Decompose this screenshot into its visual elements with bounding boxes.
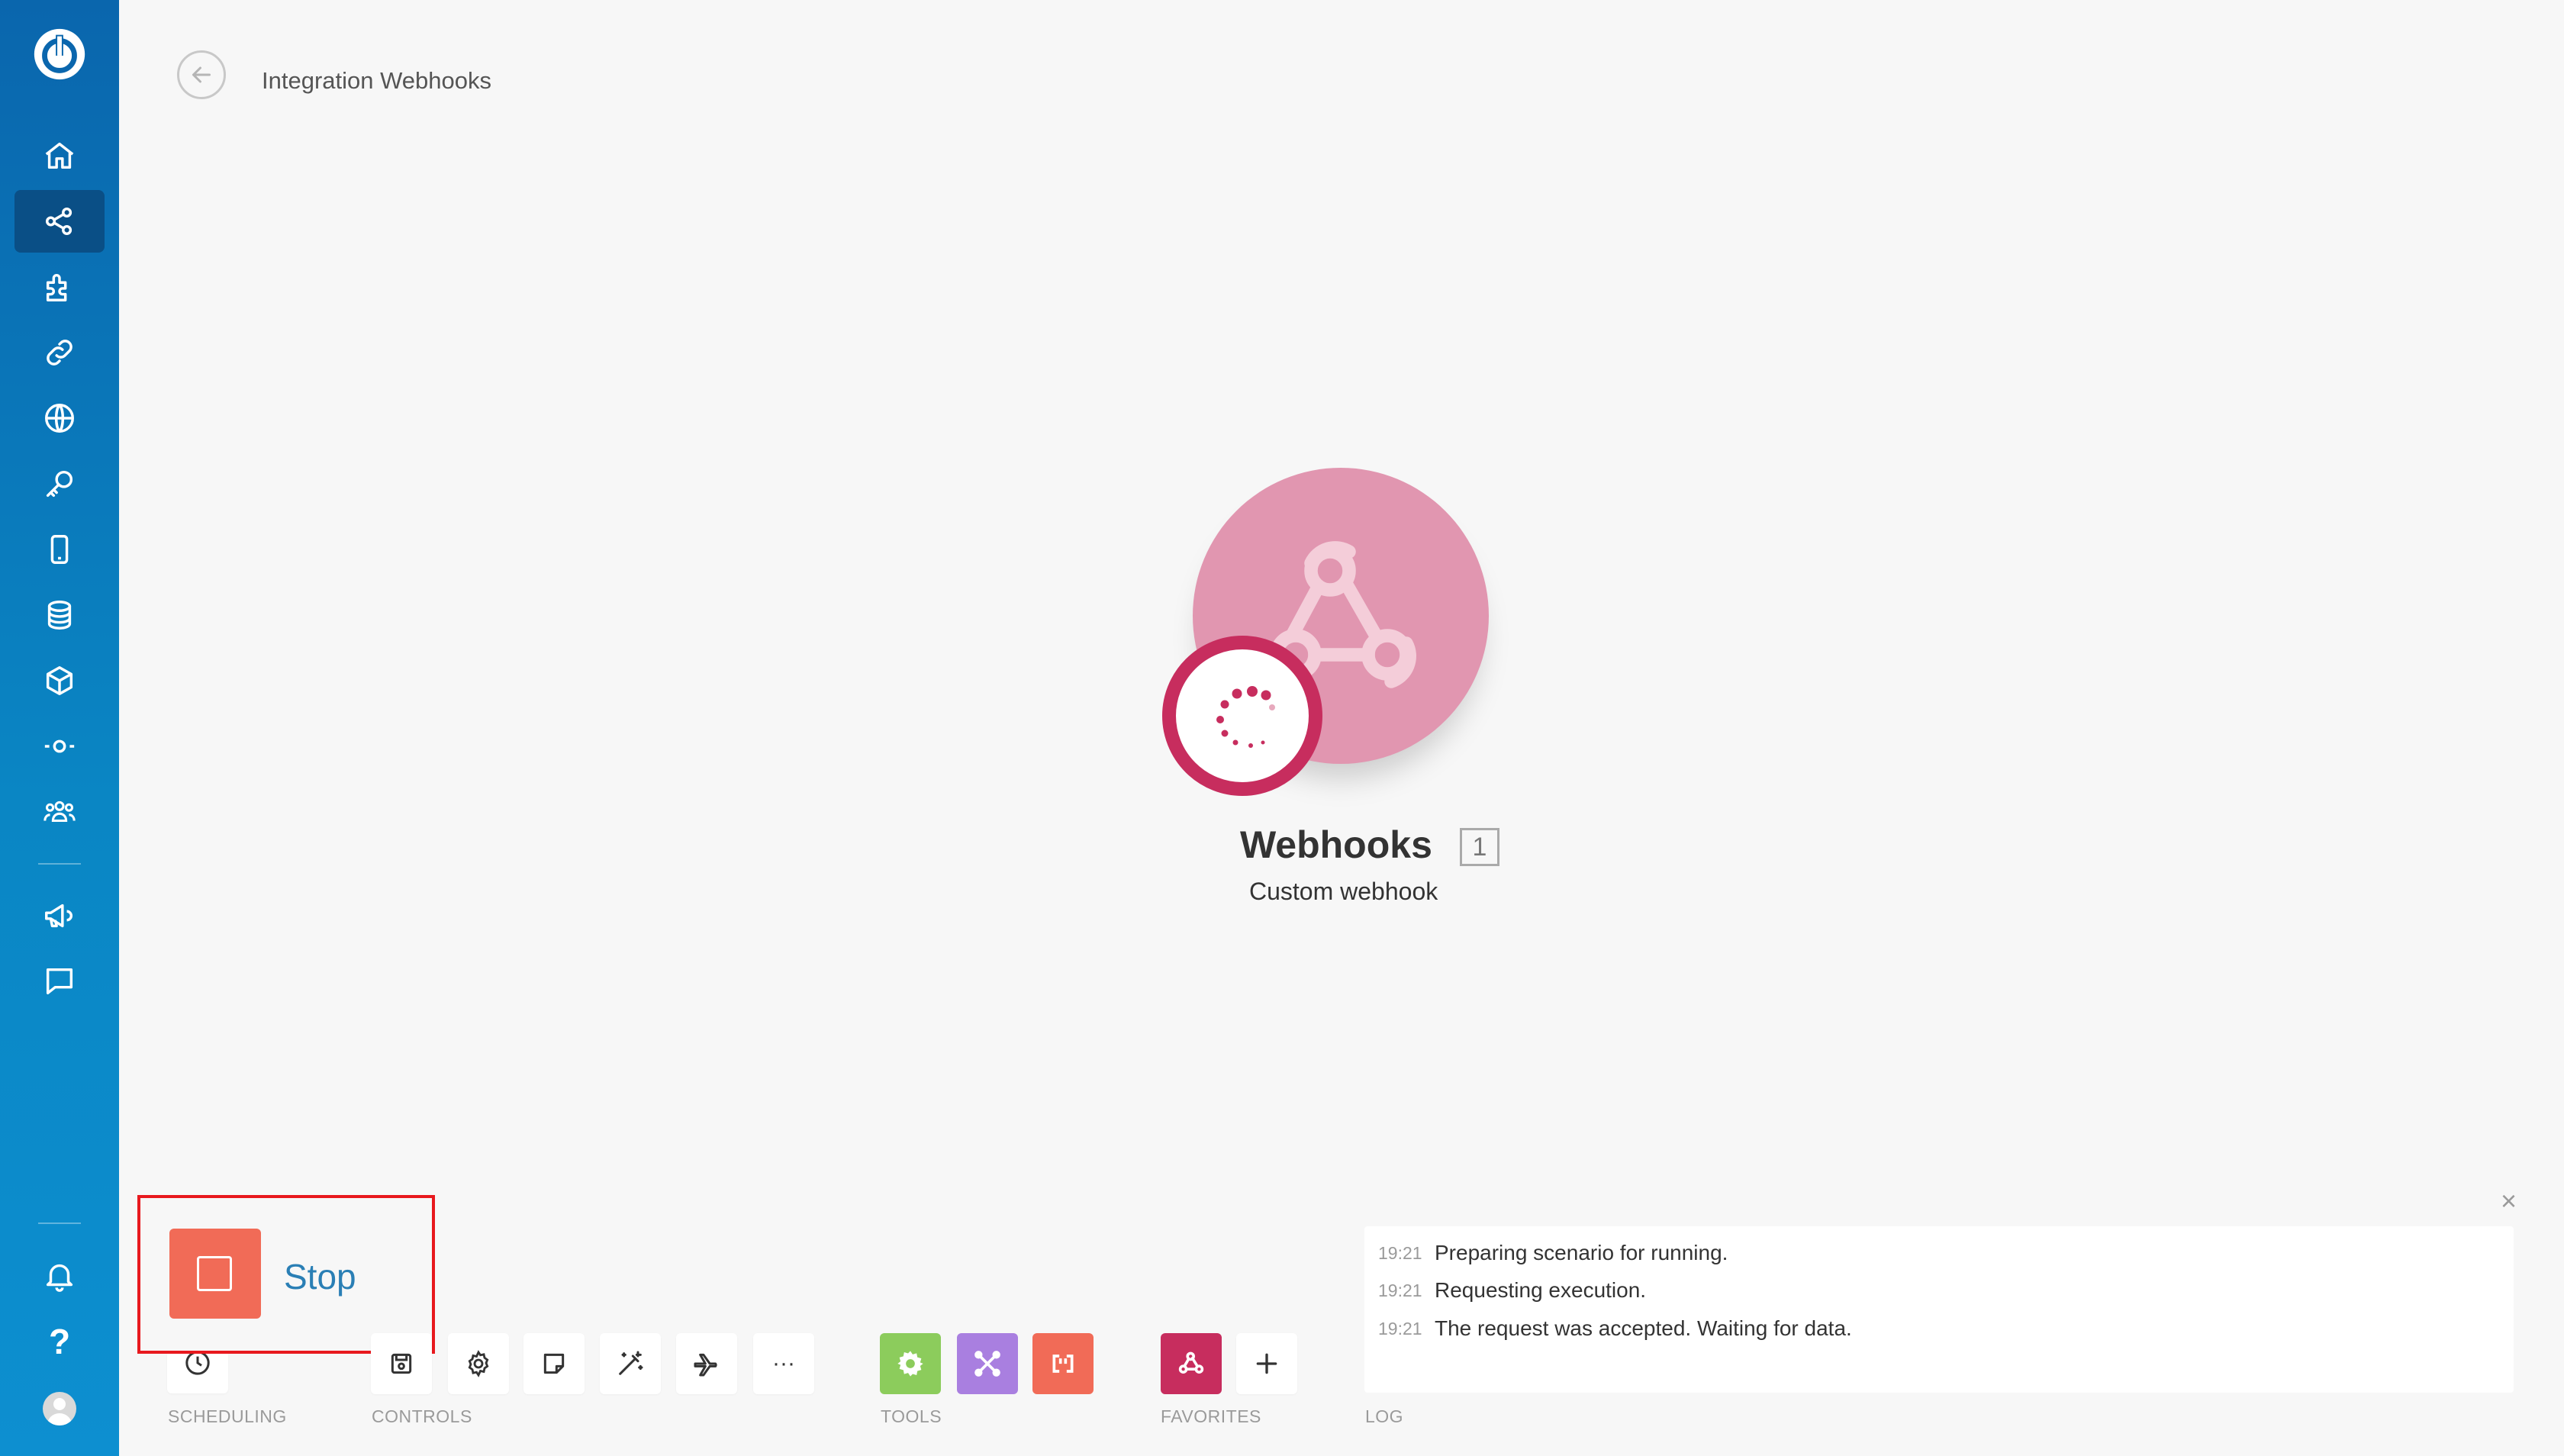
devices-icon — [50, 535, 69, 564]
sidebar-item-help[interactable]: ? — [14, 1310, 105, 1373]
log-panel: 19:21 Preparing scenario for running. 19… — [1364, 1226, 2514, 1393]
sidebar-item-devices[interactable] — [14, 518, 105, 581]
sidebar-item-profile[interactable] — [14, 1377, 105, 1440]
text-parser-button[interactable] — [1032, 1333, 1094, 1394]
stop-button[interactable] — [169, 1229, 261, 1319]
announcements-icon — [45, 904, 73, 928]
log-time: 19:21 — [1378, 1318, 1422, 1338]
sidebar: ? — [0, 0, 119, 1456]
notifications-icon — [46, 1264, 73, 1292]
flow-control-icon — [44, 739, 75, 753]
sidebar-item-connections[interactable] — [14, 321, 105, 384]
note-icon — [543, 1353, 565, 1374]
webhooks-globe-icon — [45, 404, 74, 433]
sidebar-item-flow-control[interactable] — [14, 715, 105, 778]
sidebar-item-data-structures[interactable] — [14, 649, 105, 712]
module-name: Webhooks — [1240, 823, 1432, 866]
make-logo-icon[interactable] — [30, 24, 89, 84]
sidebar-item-announcements[interactable] — [14, 884, 105, 947]
save-button[interactable] — [371, 1333, 432, 1394]
home-icon — [45, 142, 74, 169]
settings-button[interactable] — [448, 1333, 509, 1394]
sidebar-item-home[interactable] — [14, 124, 105, 187]
sidebar-divider — [38, 863, 81, 865]
running-indicator — [1162, 636, 1322, 796]
log-text: The request was accepted. Waiting for da… — [1435, 1316, 1852, 1340]
favorites-label: FAVORITES — [1161, 1406, 1261, 1426]
log-time: 19:21 — [1378, 1242, 1422, 1263]
sidebar-item-chat[interactable] — [14, 950, 105, 1013]
log-label: LOG — [1365, 1406, 1404, 1426]
chat-icon — [46, 968, 73, 995]
spinner-icon — [1216, 686, 1275, 748]
sidebar-item-keys[interactable] — [14, 453, 105, 515]
module-id-badge: 1 — [1460, 828, 1499, 866]
sidebar-divider-bottom — [38, 1222, 81, 1224]
add-favorite-button[interactable] — [1236, 1333, 1297, 1394]
back-button[interactable] — [177, 50, 226, 99]
tools-label: TOOLS — [881, 1406, 942, 1426]
sidebar-item-templates[interactable] — [14, 256, 105, 318]
templates-icon — [46, 273, 67, 301]
log-entry: 19:21 Preparing scenario for running. — [1378, 1238, 1728, 1268]
webhook-icon — [1178, 1351, 1204, 1374]
avatar — [43, 1392, 76, 1425]
close-log-icon[interactable]: × — [2501, 1185, 2517, 1217]
team-icon — [43, 800, 76, 823]
log-text: Requesting execution. — [1435, 1278, 1647, 1302]
airplane-icon — [694, 1353, 717, 1377]
data-stores-icon — [47, 601, 72, 630]
sidebar-item-notifications[interactable] — [14, 1245, 105, 1307]
log-entry: 19:21 Requesting execution. — [1378, 1275, 1646, 1306]
explain-flow-button[interactable] — [676, 1333, 737, 1394]
gear-icon — [468, 1350, 489, 1377]
tools-button[interactable] — [957, 1333, 1018, 1394]
sidebar-item-scenarios[interactable] — [14, 190, 105, 253]
log-entry: 19:21 The request was accepted. Waiting … — [1378, 1313, 1852, 1344]
tools-flow-control-button[interactable] — [880, 1333, 941, 1394]
plus-icon — [1256, 1353, 1277, 1374]
data-structures-icon — [46, 666, 73, 695]
module-subtitle: Custom webhook — [1249, 878, 1438, 905]
favorite-webhooks-button[interactable] — [1161, 1333, 1222, 1394]
log-time: 19:21 — [1378, 1280, 1422, 1300]
stop-label[interactable]: Stop — [284, 1256, 356, 1297]
tools-icon — [974, 1351, 1000, 1377]
log-text: Preparing scenario for running. — [1435, 1241, 1728, 1264]
keys-icon — [46, 470, 73, 498]
gear-icon — [897, 1351, 923, 1377]
connections-icon — [47, 340, 72, 366]
more-button[interactable]: ··· — [753, 1333, 814, 1394]
page-title: Integration Webhooks — [262, 67, 492, 94]
save-icon — [391, 1353, 412, 1374]
auto-align-button[interactable] — [600, 1333, 661, 1394]
sidebar-item-webhooks[interactable] — [14, 387, 105, 449]
scheduling-label: SCHEDULING — [168, 1406, 287, 1426]
arrow-left-icon — [192, 66, 211, 83]
brackets-icon — [1052, 1355, 1074, 1373]
sidebar-item-data-stores[interactable] — [14, 584, 105, 646]
controls-label: CONTROLS — [372, 1406, 472, 1426]
help-icon: ? — [48, 1322, 71, 1361]
magic-wand-icon — [619, 1351, 643, 1375]
sidebar-item-team[interactable] — [14, 781, 105, 843]
notes-button[interactable] — [523, 1333, 585, 1394]
scenarios-icon — [45, 207, 72, 236]
stop-icon — [197, 1256, 232, 1291]
